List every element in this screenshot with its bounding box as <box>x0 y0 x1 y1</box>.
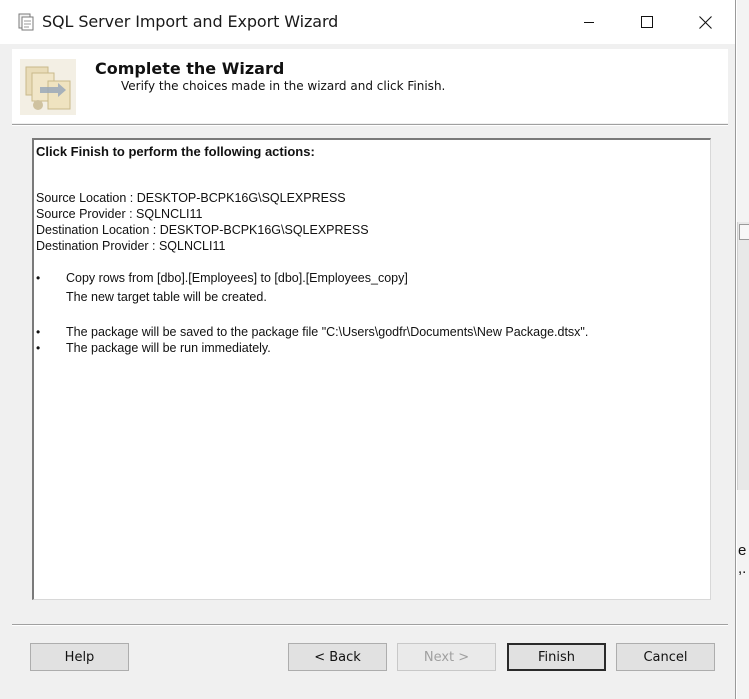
maximize-icon <box>641 16 653 28</box>
wizard-window: SQL Server Import and Export Wizard Comp… <box>0 0 736 699</box>
background-scroll-thumb <box>739 224 749 240</box>
source-location: Source Location : DESKTOP-BCPK16G\SQLEXP… <box>36 191 346 205</box>
background-scrollbar <box>737 222 749 490</box>
page-title: Complete the Wizard <box>95 59 285 78</box>
maximize-button[interactable] <box>618 0 676 44</box>
finish-button[interactable]: Finish <box>507 643 606 671</box>
action-save-package: The package will be saved to the package… <box>66 325 589 339</box>
bullet-icon: • <box>36 325 41 339</box>
next-button[interactable]: Next > <box>397 643 496 671</box>
wizard-app-icon <box>18 13 34 31</box>
action-copy-rows: Copy rows from [dbo].[Employees] to [dbo… <box>66 271 408 285</box>
bullet-icon: • <box>36 341 41 355</box>
wizard-icon <box>20 59 76 115</box>
action-copy-rows-detail: The new target table will be created. <box>66 290 267 304</box>
summary-textbox[interactable]: Click Finish to perform the following ac… <box>32 138 711 600</box>
background-text: e t ,. <box>738 542 747 577</box>
close-button[interactable] <box>676 0 734 44</box>
window-title: SQL Server Import and Export Wizard <box>42 12 339 31</box>
back-button[interactable]: < Back <box>288 643 387 671</box>
close-icon <box>698 15 712 29</box>
wizard-header: Complete the Wizard Verify the choices m… <box>12 49 728 123</box>
destination-provider: Destination Provider : SQLNCLI11 <box>36 239 226 253</box>
footer-divider <box>12 624 728 626</box>
title-bar: SQL Server Import and Export Wizard <box>0 0 735 44</box>
page-subtitle: Verify the choices made in the wizard an… <box>121 79 446 93</box>
minimize-icon <box>584 22 594 23</box>
source-provider: Source Provider : SQLNCLI11 <box>36 207 203 221</box>
cancel-button[interactable]: Cancel <box>616 643 715 671</box>
header-divider <box>12 124 728 126</box>
destination-location: Destination Location : DESKTOP-BCPK16G\S… <box>36 223 369 237</box>
minimize-button[interactable] <box>560 0 618 44</box>
help-button[interactable]: Help <box>30 643 129 671</box>
bullet-icon: • <box>36 271 41 285</box>
summary-heading: Click Finish to perform the following ac… <box>36 144 315 159</box>
action-run-immediately: The package will be run immediately. <box>66 341 271 355</box>
